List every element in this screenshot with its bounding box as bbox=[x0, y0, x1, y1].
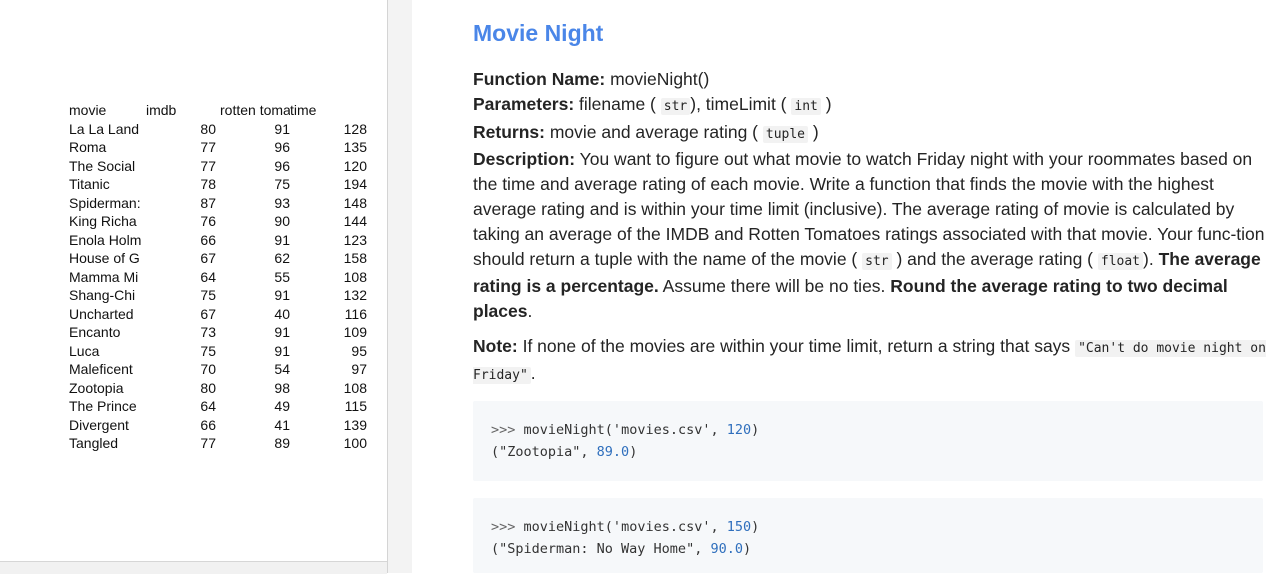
column-header[interactable]: movie bbox=[69, 101, 145, 119]
cell-imdb[interactable]: 87 bbox=[146, 194, 216, 212]
cell-rotten-tomatoes[interactable]: 40 bbox=[220, 305, 290, 323]
returns-line: Returns: movie and average rating ( tupl… bbox=[473, 121, 819, 143]
cell-imdb[interactable]: 67 bbox=[146, 305, 216, 323]
cell-imdb[interactable]: 75 bbox=[146, 286, 216, 304]
cell-rotten-tomatoes[interactable]: 98 bbox=[220, 379, 290, 397]
cell-movie[interactable]: Roma bbox=[69, 138, 145, 156]
cell-imdb[interactable]: 67 bbox=[146, 249, 216, 267]
cell-time[interactable]: 128 bbox=[290, 120, 367, 138]
cell-imdb[interactable]: 66 bbox=[146, 231, 216, 249]
cell-rotten-tomatoes[interactable]: 49 bbox=[220, 397, 290, 415]
cell-movie[interactable]: The Prince bbox=[69, 397, 145, 415]
cell-time[interactable]: 144 bbox=[290, 212, 367, 230]
cell-rotten-tomatoes[interactable]: 62 bbox=[220, 249, 290, 267]
cell-imdb[interactable]: 73 bbox=[146, 323, 216, 341]
cell-rotten-tomatoes[interactable]: 90 bbox=[220, 212, 290, 230]
cell-rotten-tomatoes[interactable]: 75 bbox=[220, 175, 290, 193]
cell-time[interactable]: 115 bbox=[290, 397, 367, 415]
cell-time[interactable]: 148 bbox=[290, 194, 367, 212]
cell-rotten-tomatoes[interactable]: 54 bbox=[220, 360, 290, 378]
cell-imdb[interactable]: 64 bbox=[146, 397, 216, 415]
cell-rotten-tomatoes[interactable]: 91 bbox=[220, 342, 290, 360]
description-paragraph: Description: You want to figure out what… bbox=[473, 149, 1265, 322]
cell-movie[interactable]: Spiderman: bbox=[69, 194, 145, 212]
cell-rotten-tomatoes[interactable]: 89 bbox=[220, 434, 290, 452]
cell-imdb[interactable]: 77 bbox=[146, 138, 216, 156]
cell-rotten-tomatoes[interactable]: 91 bbox=[220, 120, 290, 138]
cell-time[interactable]: 123 bbox=[290, 231, 367, 249]
cell-time[interactable]: 100 bbox=[290, 434, 367, 452]
cell-time[interactable]: 158 bbox=[290, 249, 367, 267]
cell-imdb[interactable]: 70 bbox=[146, 360, 216, 378]
cell-rotten-tomatoes[interactable]: 96 bbox=[220, 138, 290, 156]
example-call-line: >>> movieNight('movies.csv', 150) bbox=[491, 519, 760, 535]
cell-rotten-tomatoes[interactable]: 91 bbox=[220, 323, 290, 341]
cell-time[interactable]: 108 bbox=[290, 268, 367, 286]
function-name-line: Function Name: movieNight() bbox=[473, 69, 710, 89]
cell-movie[interactable]: Mamma Mi bbox=[69, 268, 145, 286]
cell-movie[interactable]: La La Land bbox=[69, 120, 145, 138]
cell-rotten-tomatoes[interactable]: 55 bbox=[220, 268, 290, 286]
cell-movie[interactable]: Tangled bbox=[69, 434, 145, 452]
cell-movie[interactable]: Shang-Chi bbox=[69, 286, 145, 304]
cell-rotten-tomatoes[interactable]: 96 bbox=[220, 157, 290, 175]
column-header[interactable]: imdb bbox=[146, 101, 216, 119]
cell-time[interactable]: 135 bbox=[290, 138, 367, 156]
example-result-line: ("Zootopia", 89.0) bbox=[491, 444, 638, 460]
column-header[interactable]: time bbox=[290, 101, 367, 119]
cell-rotten-tomatoes[interactable]: 93 bbox=[220, 194, 290, 212]
cell-movie[interactable]: Maleficent bbox=[69, 360, 145, 378]
cell-time[interactable]: 194 bbox=[290, 175, 367, 193]
column-header[interactable]: rotten toma bbox=[220, 101, 290, 119]
cell-movie[interactable]: Zootopia bbox=[69, 379, 145, 397]
spreadsheet-pane: movie imdb rotten toma time La La Land 80 91 12… bbox=[0, 0, 388, 574]
cell-imdb[interactable]: 78 bbox=[146, 175, 216, 193]
cell-time[interactable]: 116 bbox=[290, 305, 367, 323]
example-result-line: ("Spiderman: No Way Home", 90.0) bbox=[491, 541, 752, 557]
cell-movie[interactable]: Luca bbox=[69, 342, 145, 360]
pane-divider[interactable] bbox=[388, 0, 412, 573]
cell-time[interactable]: 97 bbox=[290, 360, 367, 378]
cell-time[interactable]: 108 bbox=[290, 379, 367, 397]
cell-movie[interactable]: Uncharted bbox=[69, 305, 145, 323]
horizontal-scrollbar[interactable] bbox=[0, 561, 387, 574]
cell-imdb[interactable]: 66 bbox=[146, 416, 216, 434]
cell-movie[interactable]: House of G bbox=[69, 249, 145, 267]
cell-rotten-tomatoes[interactable]: 91 bbox=[220, 231, 290, 249]
cell-movie[interactable]: Divergent bbox=[69, 416, 145, 434]
cell-movie[interactable]: The Social bbox=[69, 157, 145, 175]
cell-rotten-tomatoes[interactable]: 91 bbox=[220, 286, 290, 304]
function-description: Function Name: movieNight() Parameters: … bbox=[473, 67, 1268, 324]
cell-time[interactable]: 139 bbox=[290, 416, 367, 434]
cell-movie[interactable]: Titanic bbox=[69, 175, 145, 193]
cell-imdb[interactable]: 77 bbox=[146, 157, 216, 175]
cell-time[interactable]: 109 bbox=[290, 323, 367, 341]
cell-imdb[interactable]: 77 bbox=[146, 434, 216, 452]
example-code-block-1: >>> movieNight('movies.csv', 120) ("Zoot… bbox=[473, 401, 1263, 481]
cell-imdb[interactable]: 76 bbox=[146, 212, 216, 230]
cell-imdb[interactable]: 64 bbox=[146, 268, 216, 286]
cell-time[interactable]: 95 bbox=[290, 342, 367, 360]
cell-imdb[interactable]: 80 bbox=[146, 120, 216, 138]
cell-time[interactable]: 132 bbox=[290, 286, 367, 304]
note-paragraph: Note: If none of the movies are within y… bbox=[473, 336, 1266, 384]
cell-time[interactable]: 120 bbox=[290, 157, 367, 175]
page-title: Movie Night bbox=[473, 20, 604, 46]
cell-imdb[interactable]: 80 bbox=[146, 379, 216, 397]
example-code-block-2: >>> movieNight('movies.csv', 150) ("Spid… bbox=[473, 498, 1263, 573]
cell-imdb[interactable]: 75 bbox=[146, 342, 216, 360]
cell-movie[interactable]: King Richa bbox=[69, 212, 145, 230]
cell-movie[interactable]: Encanto bbox=[69, 323, 145, 341]
cell-movie[interactable]: Enola Holm bbox=[69, 231, 145, 249]
cell-rotten-tomatoes[interactable]: 41 bbox=[220, 416, 290, 434]
example-call-line: >>> movieNight('movies.csv', 120) bbox=[491, 422, 760, 438]
parameters-line: Parameters: filename ( str), timeLimit (… bbox=[473, 93, 832, 115]
